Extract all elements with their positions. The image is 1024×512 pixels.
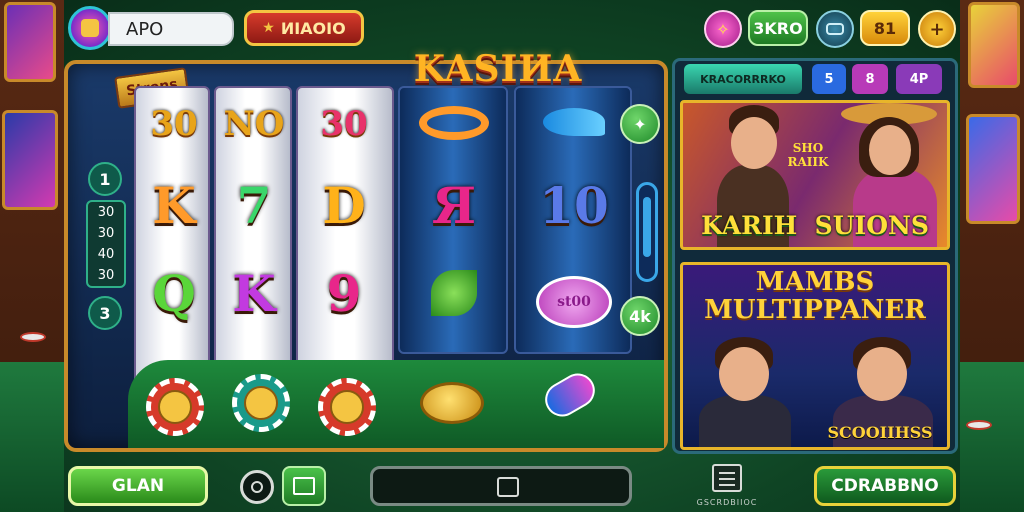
deposit-button-label: CDRABBNO xyxy=(831,476,939,496)
player-avatar[interactable] xyxy=(68,6,112,50)
level-badge-label: ИIAOIO xyxy=(280,18,346,38)
chip-decoration xyxy=(20,332,46,342)
left-cabinet-screen xyxy=(4,2,56,82)
menu-line xyxy=(719,478,735,480)
plus-icon: + xyxy=(929,18,945,40)
card2-title-line2: MULTIPPANER xyxy=(704,295,926,325)
chat-button[interactable] xyxy=(816,10,854,48)
reel-3-top-symbol: 30 xyxy=(320,104,368,144)
line-indicator-bottom[interactable]: 3 xyxy=(88,296,122,330)
reel-2-top-symbol: NO xyxy=(223,104,285,144)
reel-2-bottom-symbol: K xyxy=(232,264,276,323)
payline-selector[interactable]: 30 30 40 30 xyxy=(86,200,126,288)
right-cabinet-screen-lower xyxy=(966,114,1020,224)
right-arcade-cabinet xyxy=(960,0,1024,512)
grid-view-button[interactable] xyxy=(282,466,326,506)
sound-button[interactable] xyxy=(240,470,274,504)
reel-3-mid-symbol: D xyxy=(322,176,366,235)
card1-title: KARIH SUIONS xyxy=(701,211,929,240)
star-icon: ★ xyxy=(262,20,275,36)
payline-value: 30 xyxy=(97,268,115,283)
menu-caption: GSCRDBIIOC xyxy=(696,498,758,507)
reel-5-bottom-symbol: st00 xyxy=(536,276,612,328)
promo-card-multiplayer[interactable]: MAMBS MULTIPPANER SCOOIIHSS xyxy=(680,262,950,450)
reel-1-top-symbol: 30 xyxy=(150,104,198,144)
gold-coin-stack-icon xyxy=(420,382,484,424)
coin-balance-pill[interactable]: 81 xyxy=(860,10,910,46)
grid-icon xyxy=(293,477,315,495)
player1-figure xyxy=(699,395,791,447)
chip-center xyxy=(330,390,364,424)
reel-5-mid-symbol: 10 xyxy=(539,176,609,235)
player2-head xyxy=(857,347,907,401)
spin-button-label: GLAN xyxy=(111,476,165,496)
wave-icon xyxy=(543,108,605,136)
card2-title-line1: MAMBS xyxy=(755,267,875,297)
shop-pill-button[interactable]: 3KRO xyxy=(748,10,808,46)
promo-tab-main[interactable]: KRACORRRKO xyxy=(684,64,802,94)
promo-tab-8[interactable]: 8 xyxy=(852,64,888,94)
left-cabinet-screen-lower xyxy=(2,110,58,210)
chat-icon xyxy=(826,23,844,35)
deposit-button[interactable]: CDRABBNO xyxy=(814,466,956,506)
bet-slider[interactable] xyxy=(636,182,658,282)
player1-head xyxy=(719,347,769,401)
woman-head xyxy=(869,125,911,175)
payline-value: 30 xyxy=(97,226,115,241)
teal-chip[interactable] xyxy=(232,374,290,432)
menu-button[interactable] xyxy=(712,464,742,492)
menu-line xyxy=(719,484,735,486)
auto-spin-button[interactable]: ✦ xyxy=(620,104,660,144)
red-chip[interactable] xyxy=(146,378,204,436)
bonus-bubble-label: st00 xyxy=(557,294,591,310)
reel-4-bottom-symbol xyxy=(414,266,494,326)
promo-tab-5[interactable]: 5 xyxy=(812,64,846,94)
bet-display[interactable] xyxy=(370,466,632,506)
player-name-field[interactable]: APO xyxy=(108,12,234,46)
reel-4-top-symbol xyxy=(414,100,494,148)
spin-button[interactable]: GLAN xyxy=(68,466,208,506)
promo-tab-4p[interactable]: 4P xyxy=(896,64,942,94)
reel-3-bottom-symbol: 9 xyxy=(326,264,362,323)
leaf-icon xyxy=(431,270,477,316)
gift-button[interactable]: ✧ xyxy=(704,10,742,48)
menu-line xyxy=(719,472,735,474)
promo-card-karih[interactable]: SHO RAIIK KARIH SUIONS xyxy=(680,100,950,250)
chip-decoration xyxy=(966,420,992,430)
chip-center xyxy=(244,386,278,420)
chip-center xyxy=(158,390,192,424)
left-arcade-cabinet xyxy=(0,0,64,512)
shop-pill-label: 3KRO xyxy=(753,18,803,38)
payline-value: 30 xyxy=(97,205,115,220)
sparkle-icon: ✦ xyxy=(633,114,647,134)
card2-caption: SCOOIIHSS xyxy=(827,423,933,442)
right-cabinet-screen xyxy=(968,2,1020,88)
bet-4k-button[interactable]: 4k xyxy=(620,296,660,336)
sound-icon xyxy=(251,481,263,493)
reel-2-mid-symbol: 7 xyxy=(236,176,272,235)
card1-sign: SHO RAIIK xyxy=(787,141,829,169)
reel-1-mid-symbol: K xyxy=(152,176,196,235)
payline-value: 40 xyxy=(97,247,115,262)
red-chip[interactable] xyxy=(318,378,376,436)
right-cabinet-table xyxy=(960,362,1024,512)
square-icon xyxy=(497,477,519,497)
swirl-icon xyxy=(419,106,489,140)
left-cabinet-table xyxy=(0,362,64,512)
coin-balance-label: 81 xyxy=(873,18,897,38)
bet-4k-label: 4k xyxy=(629,306,651,326)
reel-5-top-symbol xyxy=(534,100,614,148)
add-coins-button[interactable]: + xyxy=(918,10,956,48)
gift-icon: ✧ xyxy=(716,19,730,39)
line-indicator-top[interactable]: 1 xyxy=(88,162,122,196)
reel-1-bottom-symbol: Q xyxy=(152,264,196,323)
level-badge[interactable]: ★ ИIAOIO xyxy=(244,10,364,46)
man-head xyxy=(731,117,777,169)
reel-4-mid-symbol: Я xyxy=(431,176,477,235)
